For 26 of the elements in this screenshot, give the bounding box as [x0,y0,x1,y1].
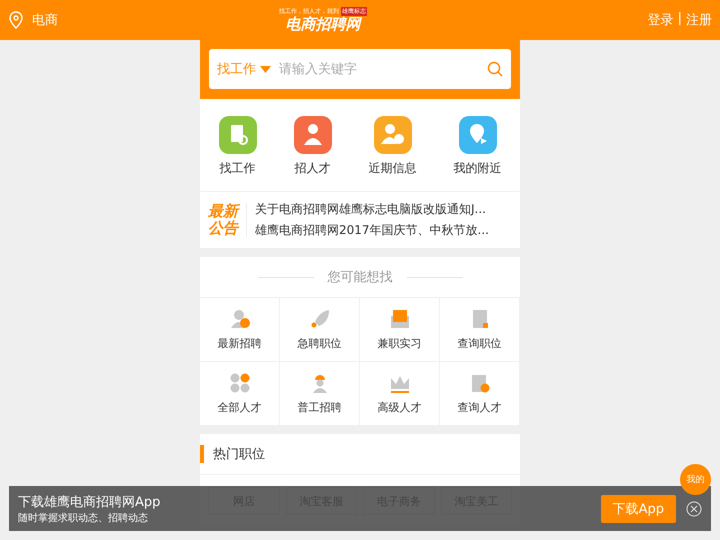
category-item[interactable]: 查询职位 [440,298,520,362]
category-item[interactable]: 高级人才 [360,362,440,426]
location-pin-icon [8,11,24,29]
banner-subtitle: 随时掌握求职动态、招聘动态 [18,512,148,524]
category-item[interactable]: 最新招聘 [200,298,280,362]
nav-item[interactable]: 近期信息 [368,116,416,177]
section-title: 热门职位 [200,445,265,463]
separator: | [678,11,682,28]
envelope-icon [388,308,410,330]
nav-item[interactable]: 招人才 [294,116,332,177]
grid-icon [228,372,250,394]
section-title: 您可能想找 [328,269,392,286]
caret-icon [260,66,271,72]
category-item[interactable]: 兼职实习 [360,298,440,362]
nav-item[interactable]: 我的附近 [454,116,502,177]
banner-title: 下载雄鹰电商招聘网App [18,494,160,510]
nav-item[interactable]: 找工作 [218,116,256,177]
notice-link[interactable]: 关于电商招聘网雄鹰标志电脑版改版通知J... [255,201,489,218]
category-item[interactable]: 查询人才 [440,362,520,426]
search-icon[interactable] [487,61,503,77]
category-item[interactable]: 急聘职位 [280,298,360,362]
category-item[interactable]: 全部人才 [200,362,280,426]
category-item[interactable]: 普工招聘 [280,362,360,426]
close-icon[interactable] [686,500,702,516]
notice-link[interactable]: 雄鹰电商招聘网2017年国庆节、中秋节放... [255,222,489,239]
notice-badge: 最新 公告 [208,202,247,238]
